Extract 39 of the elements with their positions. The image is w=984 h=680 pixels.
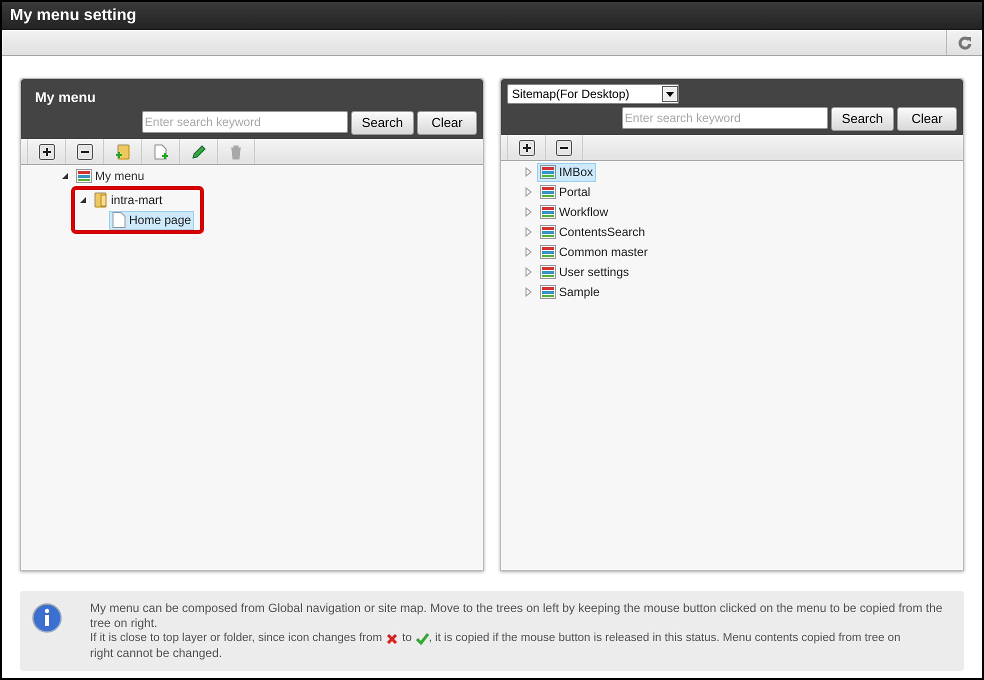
tree-node[interactable]: ContentsSearch [537,222,648,242]
info-text: right cannot be changed. [90,646,224,661]
tree-node[interactable]: IMBox [537,162,596,182]
clear-button[interactable]: Clear [897,107,957,131]
info-text: My menu can be composed from Global navigation or site map. Move to the trees on left by keeping the mouse button clicked on the menu to be copied from the tree on right. [90,601,944,631]
tree-node[interactable]: Common master [537,242,651,262]
menu-icon [540,265,556,279]
menu-icon [540,245,556,259]
menu-icon [540,225,556,239]
folder-icon [94,192,108,208]
cross-icon [386,632,398,644]
menu-icon [540,205,556,219]
clear-button[interactable]: Clear [417,111,477,135]
check-icon [416,632,429,644]
search-field[interactable]: Enter search keyword [142,111,348,133]
menu-icon [540,285,556,299]
menu-icon [76,169,92,183]
tree-node[interactable]: intra-mart [91,190,166,210]
info-text: to [402,631,412,646]
tree-node[interactable]: Workflow [537,202,612,222]
info-text: If it is close to top layer or folder, since icon changes from [90,631,382,646]
info-text: , it is copied if the mouse button is released in this status. Menu contents copied from tree on [428,631,900,646]
search-button[interactable]: Search [350,111,414,135]
refresh-icon [958,36,972,50]
search-field[interactable]: Enter search keyword [622,107,828,129]
tree-node[interactable]: Home page [109,210,194,230]
page-icon [112,212,126,228]
window-title: My menu setting [10,6,136,26]
info-icon [32,603,62,633]
tree-node[interactable]: Sample [537,282,603,302]
menu-icon [540,165,556,179]
menu-icon [540,185,556,199]
panel-title: My menu [34,88,97,107]
tree-node[interactable]: User settings [537,262,632,282]
search-button[interactable]: Search [830,107,894,131]
sitemap-dropdown[interactable]: Sitemap(For Desktop) [507,84,679,104]
toolbar-button[interactable] [545,135,583,160]
tree-node[interactable]: My menu [73,166,148,186]
tree-node[interactable]: Portal [537,182,594,202]
